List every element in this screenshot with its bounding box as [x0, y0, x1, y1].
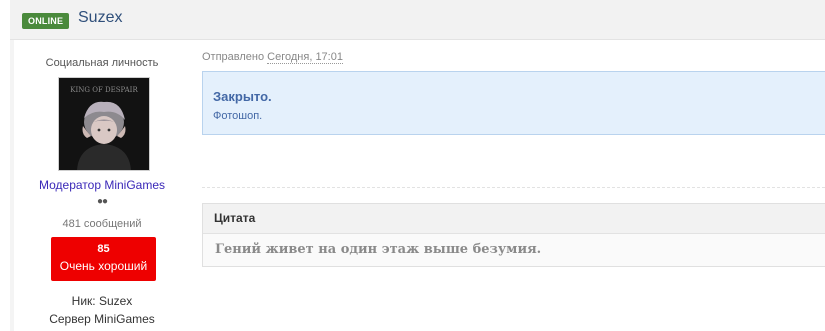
quote-text: Гений живет на один этаж выше безумия. — [215, 242, 542, 257]
online-status-badge: ONLINE — [22, 13, 70, 29]
quote-header: Цитата — [203, 204, 825, 234]
message-count: 481 сообщений — [62, 218, 142, 230]
user-server: Сервер MiniGames — [49, 312, 155, 326]
avatar-text: KING OF DESPAIR — [70, 86, 138, 94]
user-role: Модератор MiniGames — [38, 178, 166, 192]
user-nick: Ник: Suzex — [71, 294, 133, 308]
post-date[interactable]: Сегодня, 17:01 — [267, 51, 343, 64]
reputation-value: 85 — [97, 243, 110, 255]
user-info-column: Социальная личность KING OF DESPAIR Моде… — [14, 40, 190, 331]
post-divider — [202, 187, 825, 188]
post-header: ONLINE Suzex — [10, 0, 825, 40]
sent-label: Отправлено — [202, 51, 265, 63]
notice-title: Закрыто. — [213, 89, 272, 104]
reputation-label: Очень хороший — [59, 259, 148, 273]
reputation-badge[interactable]: 85 Очень хороший — [51, 237, 156, 281]
user-rank-dots: ●● — [96, 196, 108, 207]
avatar-image: KING OF DESPAIR — [59, 78, 149, 170]
post-meta: Отправлено Сегодня, 17:01 — [202, 51, 343, 64]
quote-block: Цитата Гений живет на один этаж выше без… — [202, 203, 825, 267]
username-link[interactable]: Suzex — [78, 9, 122, 27]
user-avatar[interactable]: KING OF DESPAIR — [58, 77, 150, 171]
closed-notice: Закрыто. Фотошоп. — [202, 71, 825, 135]
user-title: Социальная личность — [45, 57, 159, 69]
notice-text: Фотошоп. — [213, 110, 263, 122]
